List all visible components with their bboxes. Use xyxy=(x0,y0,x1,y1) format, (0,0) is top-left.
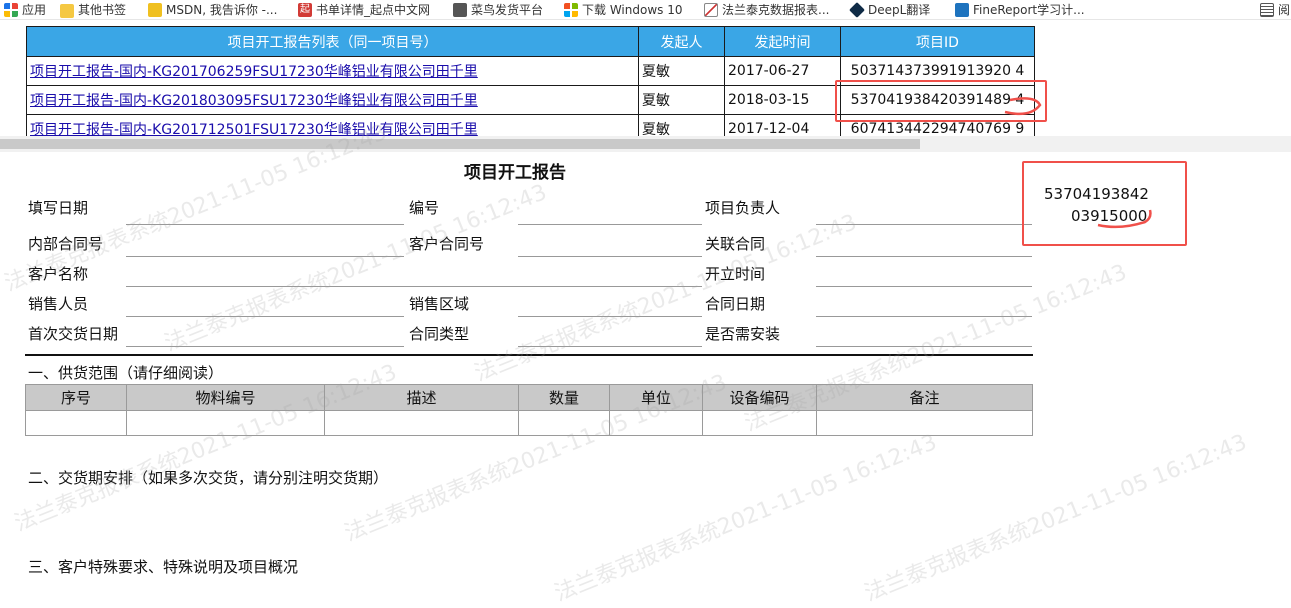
label-project-lead: 项目负责人 xyxy=(705,199,781,217)
field-customer-name[interactable] xyxy=(126,286,702,287)
label-first-delivery: 首次交货日期 xyxy=(28,325,119,343)
section-customer-requirements: 三、客户特殊要求、特殊说明及项目概况 xyxy=(28,558,299,576)
report-link[interactable]: 项目开工报告-国内-KG201706259FSU17230华峰铝业有限公司田千里 xyxy=(30,64,478,80)
initiator-cell: 夏敏 xyxy=(638,56,725,86)
col-header-date: 发起时间 xyxy=(724,26,841,57)
col-header-initiator: 发起人 xyxy=(638,26,725,57)
cell-material-no[interactable] xyxy=(126,410,325,436)
highlight-box-id xyxy=(835,80,1047,122)
col-header-quantity: 数量 xyxy=(518,384,610,411)
horizontal-scrollbar[interactable] xyxy=(0,136,1291,152)
report-link[interactable]: 项目开工报告-国内-KG201712501FSU17230华峰铝业有限公司田千里 xyxy=(30,122,478,136)
col-header-remark: 备注 xyxy=(816,384,1033,411)
field-number[interactable] xyxy=(518,224,702,225)
label-contract-date: 合同日期 xyxy=(705,295,766,313)
watermark: 法兰泰克报表系统2021-11-05 16:12:43 xyxy=(861,429,1251,607)
field-start-time[interactable] xyxy=(816,286,1032,287)
report-link[interactable]: 项目开工报告-国内-KG201803095FSU17230华峰铝业有限公司田千里 xyxy=(30,93,478,109)
report-title: 项目开工报告 xyxy=(464,163,566,183)
supply-table: 序号 物料编号 描述 数量 单位 设备编码 备注 xyxy=(25,384,1033,436)
field-first-delivery[interactable] xyxy=(126,346,404,347)
field-internal-contract[interactable] xyxy=(126,256,404,257)
highlight-box-note xyxy=(1022,161,1187,246)
table-row xyxy=(25,410,1033,436)
field-related-contract[interactable] xyxy=(816,256,1032,257)
col-header-title: 项目开工报告列表（同一项目号） xyxy=(26,26,639,57)
cell-unit[interactable] xyxy=(609,410,703,436)
cell-equipment-code[interactable] xyxy=(702,410,817,436)
label-sales-person: 销售人员 xyxy=(28,295,89,313)
col-header-description: 描述 xyxy=(324,384,519,411)
field-fill-date[interactable] xyxy=(126,224,404,225)
cell-description[interactable] xyxy=(324,410,519,436)
note-number-line2: 03915000 xyxy=(1071,207,1148,225)
col-header-equipment-code: 设备编码 xyxy=(702,384,817,411)
field-customer-contract[interactable] xyxy=(518,256,702,257)
initiator-cell: 夏敏 xyxy=(638,114,725,136)
field-contract-date[interactable] xyxy=(816,316,1032,317)
cell-seq[interactable] xyxy=(25,410,127,436)
date-cell: 2017-12-04 xyxy=(724,114,841,136)
label-internal-contract: 内部合同号 xyxy=(28,235,104,253)
label-fill-date: 填写日期 xyxy=(28,199,89,217)
field-need-install[interactable] xyxy=(816,346,1032,347)
section-supply-scope: 一、供货范围（请仔细阅读） xyxy=(28,364,224,382)
label-need-install: 是否需安装 xyxy=(705,325,781,343)
label-contract-type: 合同类型 xyxy=(409,325,470,343)
label-customer-contract: 客户合同号 xyxy=(409,235,485,253)
report-title-cell: 项目开工报告-国内-KG201712501FSU17230华峰铝业有限公司田千里 xyxy=(26,114,639,136)
field-project-lead[interactable] xyxy=(816,224,1032,225)
section-delivery-schedule: 二、交货期安排（如果多次交货，请分别注明交货期） xyxy=(28,469,389,487)
watermark: 法兰泰克报表系统2021-11-05 16:12:43 xyxy=(471,209,861,387)
initiator-cell: 夏敏 xyxy=(638,85,725,115)
report-title-cell: 项目开工报告-国内-KG201803095FSU17230华峰铝业有限公司田千里 xyxy=(26,85,639,115)
scrollbar-thumb[interactable] xyxy=(0,139,920,149)
col-header-material-no: 物料编号 xyxy=(126,384,325,411)
cell-quantity[interactable] xyxy=(518,410,610,436)
cell-remark[interactable] xyxy=(816,410,1033,436)
field-contract-type[interactable] xyxy=(518,346,702,347)
list-frame: 项目开工报告列表（同一项目号） 发起人 发起时间 项目ID 项目开工报告-国内-… xyxy=(0,0,1291,136)
report-title-cell: 项目开工报告-国内-KG201706259FSU17230华峰铝业有限公司田千里 xyxy=(26,56,639,86)
table-header-row: 序号 物料编号 描述 数量 单位 设备编码 备注 xyxy=(25,384,1033,411)
col-header-seq: 序号 xyxy=(25,384,127,411)
date-cell: 2017-06-27 xyxy=(724,56,841,86)
col-header-id: 项目ID xyxy=(840,26,1035,57)
watermark: 法兰泰克报表系统2021-11-05 16:12:43 xyxy=(551,429,941,607)
col-header-unit: 单位 xyxy=(609,384,703,411)
label-sales-region: 销售区域 xyxy=(409,295,470,313)
label-number: 编号 xyxy=(409,199,440,217)
label-related-contract: 关联合同 xyxy=(705,235,766,253)
section-divider xyxy=(25,354,1033,356)
table-header-row: 项目开工报告列表（同一项目号） 发起人 发起时间 项目ID xyxy=(26,26,1035,57)
field-sales-person[interactable] xyxy=(126,316,404,317)
field-sales-region[interactable] xyxy=(518,316,702,317)
label-customer-name: 客户名称 xyxy=(28,265,89,283)
note-number-line1: 53704193842 xyxy=(1044,185,1149,203)
label-start-time: 开立时间 xyxy=(705,265,766,283)
date-cell: 2018-03-15 xyxy=(724,85,841,115)
watermark: 法兰泰克报表系统2021-11-05 16:12:43 xyxy=(161,179,551,357)
